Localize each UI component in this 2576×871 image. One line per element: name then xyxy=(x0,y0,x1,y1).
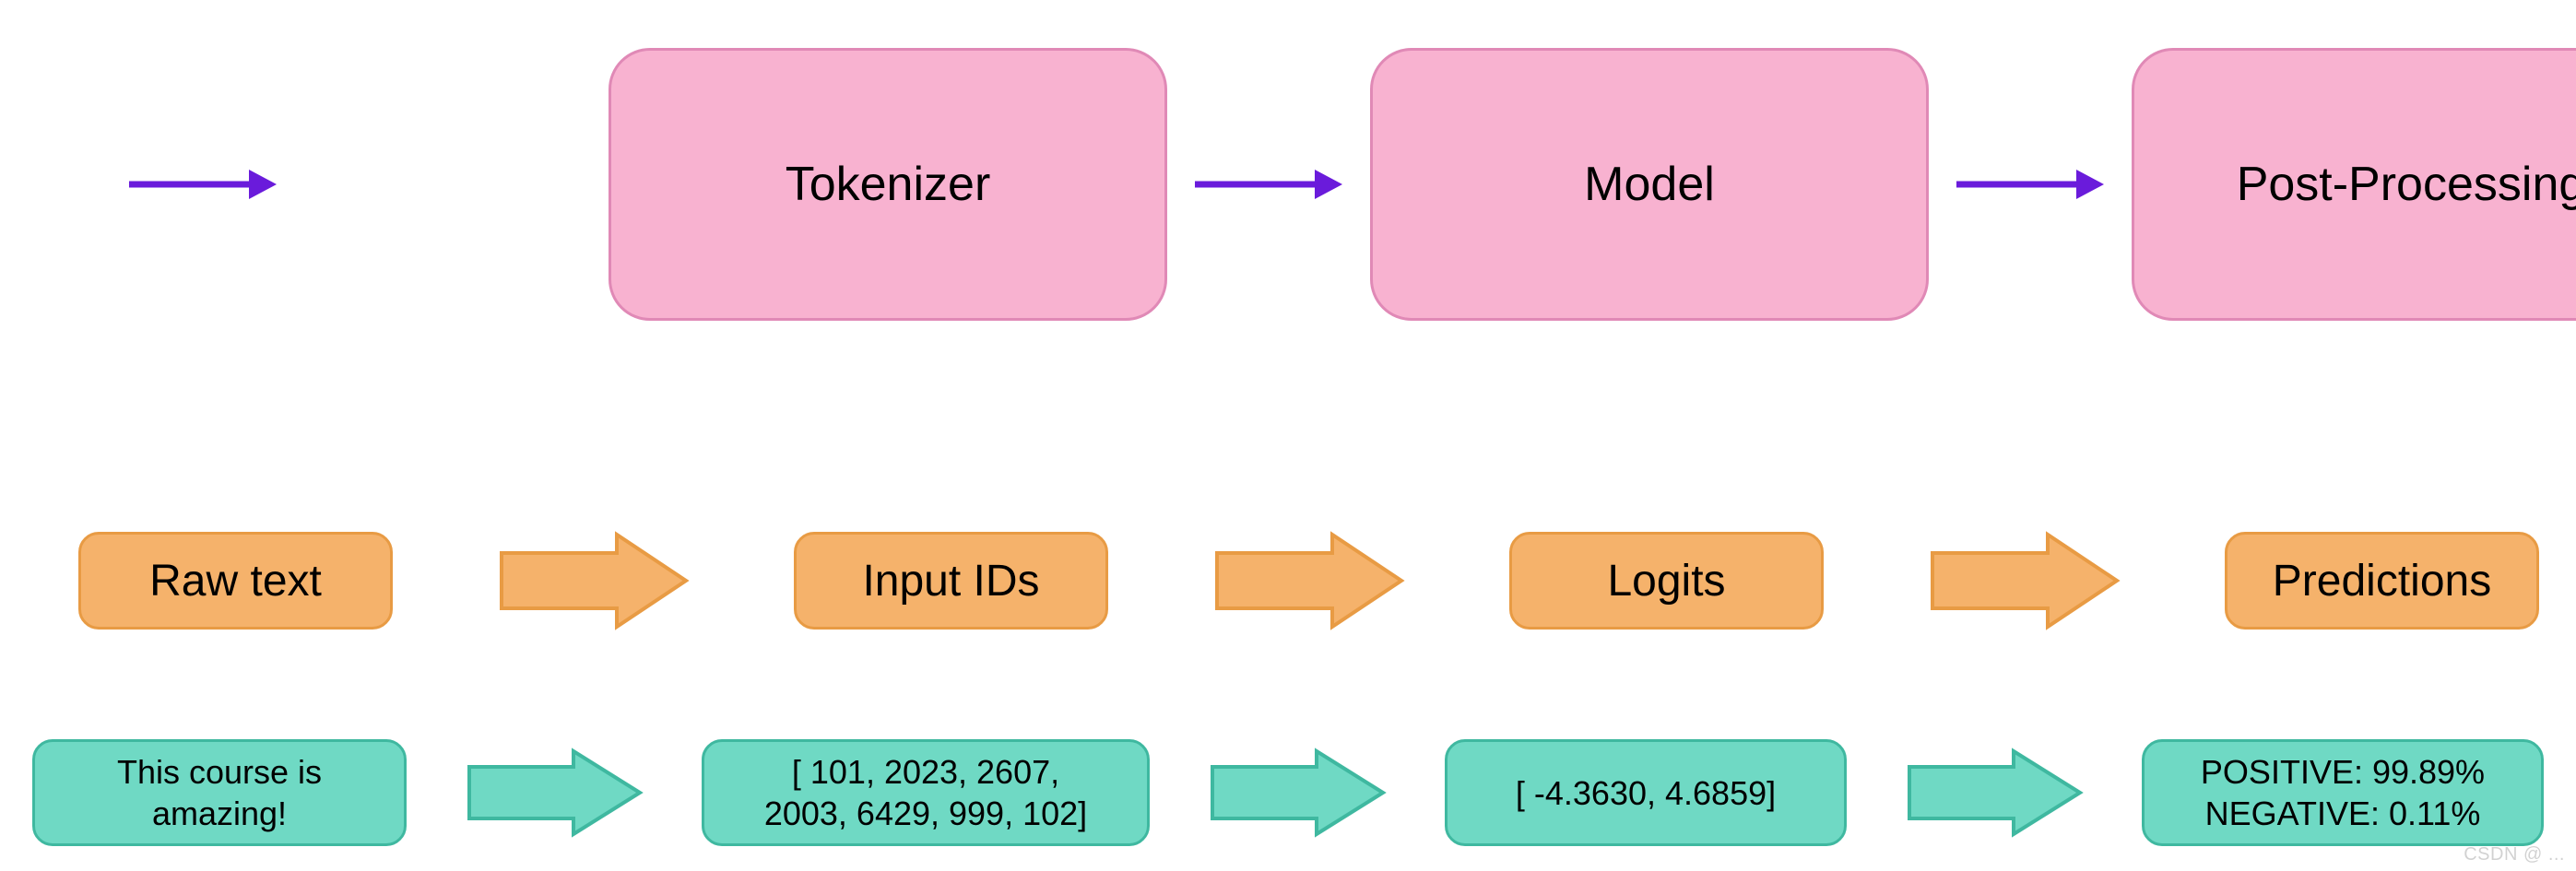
example-text-line: amazing! xyxy=(152,793,287,834)
arrow-into-tokenizer-icon xyxy=(129,157,277,212)
pipeline-box-tokenizer: Tokenizer xyxy=(609,48,1167,321)
block-arrow-orange-icon xyxy=(1928,530,2121,631)
block-arrow-teal-icon xyxy=(1905,747,2085,839)
pipeline-box-postprocessing: Post-Processing xyxy=(2132,48,2576,321)
example-text-line: 2003, 6429, 999, 102] xyxy=(764,793,1087,834)
example-logits: [ -4.3630, 4.6859] xyxy=(1445,739,1847,846)
example-input-ids: [ 101, 2023, 2607, 2003, 6429, 999, 102] xyxy=(702,739,1150,846)
stage-label-predictions: Predictions xyxy=(2225,532,2539,630)
stage-label-raw-text: Raw text xyxy=(78,532,393,630)
pipeline-box-model: Model xyxy=(1370,48,1929,321)
example-text-line: NEGATIVE: 0.11% xyxy=(2205,793,2481,834)
stage-label-input-ids: Input IDs xyxy=(794,532,1108,630)
stage-label-text: Predictions xyxy=(2273,556,2491,606)
stage-label-text: Logits xyxy=(1607,556,1725,606)
arrow-model-to-post-icon xyxy=(1956,157,2104,212)
pipeline-box-label: Tokenizer xyxy=(786,157,991,212)
pipeline-box-label: Model xyxy=(1584,157,1715,212)
stage-label-logits: Logits xyxy=(1509,532,1824,630)
stages-row: Raw text Input IDs Logits Predictions xyxy=(0,525,2576,636)
example-text-line: [ 101, 2023, 2607, xyxy=(792,751,1059,793)
example-row: This course is amazing! [ 101, 2023, 260… xyxy=(0,737,2576,848)
watermark-text: CSDN @ ... xyxy=(2464,844,2565,865)
block-arrow-orange-icon xyxy=(497,530,691,631)
pipeline-row: Tokenizer Model Post-Processing xyxy=(0,37,2576,332)
example-text-line: POSITIVE: 99.89% xyxy=(2201,751,2485,793)
example-raw-text: This course is amazing! xyxy=(32,739,407,846)
stage-label-text: Raw text xyxy=(149,556,322,606)
block-arrow-teal-icon xyxy=(465,747,644,839)
example-text-line: This course is xyxy=(117,751,322,793)
watermark: CSDN @ ... xyxy=(2464,844,2565,865)
block-arrow-orange-icon xyxy=(1212,530,1406,631)
block-arrow-teal-icon xyxy=(1208,747,1388,839)
example-text-line: [ -4.3630, 4.6859] xyxy=(1516,772,1776,814)
pipeline-box-label: Post-Processing xyxy=(2237,157,2576,212)
stage-label-text: Input IDs xyxy=(862,556,1039,606)
arrow-tokenizer-to-model-icon xyxy=(1195,157,1342,212)
example-predictions: POSITIVE: 99.89% NEGATIVE: 0.11% xyxy=(2142,739,2544,846)
